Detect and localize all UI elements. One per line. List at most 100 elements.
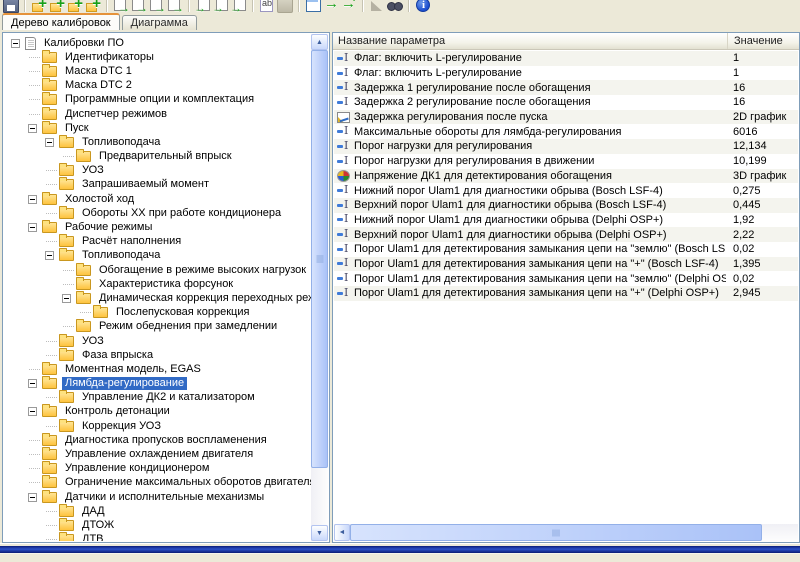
tree-expander-minus[interactable] <box>45 138 54 147</box>
tree-expander-minus[interactable] <box>28 195 37 204</box>
table-row[interactable]: Флаг: включить L-регулирование 1 <box>334 66 798 81</box>
search-binoculars-icon[interactable] <box>386 0 404 13</box>
tree-scroll-track[interactable] <box>311 50 328 525</box>
tree-expander-minus[interactable] <box>28 124 37 133</box>
chart-disabled-icon[interactable] <box>368 0 386 13</box>
tree-item[interactable]: Моментная модель, EGAS <box>6 362 311 376</box>
tree-item[interactable]: Контроль детонации <box>6 405 311 419</box>
tree-item[interactable]: Диспетчер режимов <box>6 107 311 121</box>
tree-item[interactable]: Обороты ХХ при работе кондиционера <box>6 206 311 220</box>
tree-item[interactable]: Калибровки ПО <box>6 36 311 50</box>
tree-expander-minus[interactable] <box>62 294 71 303</box>
import-icon-1[interactable] <box>194 0 212 13</box>
disabled-tool-icon[interactable] <box>276 0 294 13</box>
tree-item[interactable]: Предварительный впрыск <box>6 150 311 164</box>
tree-item[interactable]: Управление кондиционером <box>6 462 311 476</box>
transfer-add-icon[interactable] <box>340 0 358 13</box>
tree-item[interactable]: Топливоподача <box>6 249 311 263</box>
scroll-left-button[interactable]: ◄ <box>334 524 350 541</box>
table-row[interactable]: Порог Ulam1 для детектирования замыкания… <box>334 286 798 301</box>
table-row[interactable]: Порог нагрузки для регулирования 12,134 <box>334 139 798 154</box>
add-icon-3[interactable] <box>66 0 84 13</box>
tree-item[interactable]: Холостой ход <box>6 192 311 206</box>
import-icon-3[interactable] <box>230 0 248 13</box>
tree-item[interactable]: Программные опции и комплектация <box>6 93 311 107</box>
table-row[interactable]: Нижний порог Ulam1 для диагностики обрыв… <box>334 213 798 228</box>
add-icon-2[interactable] <box>48 0 66 13</box>
transfer-icon[interactable] <box>322 0 340 13</box>
tree-item[interactable]: Диагностика пропусков воспламенения <box>6 433 311 447</box>
export-icon-3[interactable] <box>148 0 166 13</box>
import-icon-2[interactable] <box>212 0 230 13</box>
table-hscrollbar[interactable]: ◄ <box>334 524 798 541</box>
tab-diagram[interactable]: Диаграмма <box>122 15 197 30</box>
tree-item[interactable]: Датчики и исполнительные механизмы <box>6 490 311 504</box>
parameter-value: 16 <box>726 82 798 94</box>
tree-expander-minus[interactable] <box>28 379 37 388</box>
column-header-name[interactable]: Название параметра <box>333 33 727 49</box>
tree-item[interactable]: Послепусковая коррекция <box>6 306 311 320</box>
tree-item[interactable]: ДТОЖ <box>6 518 311 532</box>
table-row[interactable]: Верхний порог Ulam1 для диагностики обры… <box>334 227 798 242</box>
table-row[interactable]: Порог Ulam1 для детектирования замыкания… <box>334 257 798 272</box>
tree-item[interactable]: Обогащение в режиме высоких нагрузок <box>6 263 311 277</box>
add-icon-1[interactable] <box>30 0 48 13</box>
export-icon-1[interactable] <box>112 0 130 13</box>
table-scroll-track[interactable] <box>350 524 798 541</box>
tree-item[interactable]: ДТВ <box>6 533 311 541</box>
tree-item[interactable]: Режим обеднения при замедлении <box>6 320 311 334</box>
tree-item[interactable]: ДАД <box>6 504 311 518</box>
tree-item[interactable]: УОЗ <box>6 164 311 178</box>
tree-item[interactable]: Расчёт наполнения <box>6 235 311 249</box>
table-row[interactable]: Порог Ulam1 для детектирования замыкания… <box>334 271 798 286</box>
tree-item[interactable]: Топливоподача <box>6 135 311 149</box>
tree-item[interactable]: Коррекция УОЗ <box>6 419 311 433</box>
parameter-value: 3D график <box>726 170 798 182</box>
tree-item[interactable]: Фаза впрыска <box>6 348 311 362</box>
table-row[interactable]: Напряжение ДК1 для детектирования обогащ… <box>334 169 798 184</box>
tree-item[interactable]: Запрашиваемый момент <box>6 178 311 192</box>
tree-item[interactable]: УОЗ <box>6 334 311 348</box>
tree-scroll-thumb[interactable] <box>311 50 328 468</box>
table-row[interactable]: Нижний порог Ulam1 для диагностики обрыв… <box>334 183 798 198</box>
info-icon[interactable] <box>414 0 432 13</box>
table-row[interactable]: Задержка 1 регулирование после обогащени… <box>334 80 798 95</box>
rename-icon[interactable] <box>258 0 276 13</box>
tree-item[interactable]: Характеристика форсунок <box>6 277 311 291</box>
table-row[interactable]: Задержка 2 регулирование после обогащени… <box>334 95 798 110</box>
table-scroll-thumb[interactable] <box>350 524 762 541</box>
export-icon-4[interactable] <box>166 0 184 13</box>
tree-item[interactable]: Управление охлаждением двигателя <box>6 447 311 461</box>
table-row[interactable]: Порог Ulam1 для детектирования замыкания… <box>334 242 798 257</box>
table-row[interactable]: Порог нагрузки для регулирования в движе… <box>334 154 798 169</box>
tree-item[interactable]: Идентификаторы <box>6 50 311 64</box>
tree-connector <box>27 195 40 204</box>
tree-scrollbar[interactable]: ▲ ▼ <box>311 34 328 541</box>
tree-expander-minus[interactable] <box>28 407 37 416</box>
table-row[interactable]: Задержка регулирования после пуска 2D гр… <box>334 110 798 125</box>
scroll-down-button[interactable]: ▼ <box>311 525 328 541</box>
save-icon[interactable] <box>2 0 20 13</box>
tree-expander-minus[interactable] <box>45 251 54 260</box>
export-icon-2[interactable] <box>130 0 148 13</box>
tree-item[interactable]: Динамическая коррекция переходных режимо… <box>6 291 311 305</box>
add-icon-4[interactable] <box>84 0 102 13</box>
window-icon[interactable] <box>304 0 322 13</box>
column-header-value[interactable]: Значение <box>727 33 799 49</box>
tree-item[interactable]: Рабочие режимы <box>6 220 311 234</box>
table-row[interactable]: Флаг: включить L-регулирование 1 <box>334 51 798 66</box>
scroll-up-button[interactable]: ▲ <box>311 34 328 50</box>
tree-item[interactable]: Лямбда-регулирование <box>6 377 311 391</box>
tree-item[interactable]: Управление ДК2 и катализатором <box>6 391 311 405</box>
tree-item[interactable]: Ограничение максимальных оборотов двигат… <box>6 476 311 490</box>
tree-expander-minus[interactable] <box>28 493 37 502</box>
table-row[interactable]: Максимальные обороты для лямбда-регулиро… <box>334 124 798 139</box>
tree-item[interactable]: Пуск <box>6 121 311 135</box>
tab-tree[interactable]: Дерево калибровок <box>2 13 120 30</box>
tree-item[interactable]: Маска DTC 2 <box>6 79 311 93</box>
tree-item[interactable]: Маска DTC 1 <box>6 64 311 78</box>
tree-expander-minus[interactable] <box>11 39 20 48</box>
export-icon-4 <box>167 0 183 13</box>
table-row[interactable]: Верхний порог Ulam1 для диагностики обры… <box>334 198 798 213</box>
tree-expander-minus[interactable] <box>28 223 37 232</box>
